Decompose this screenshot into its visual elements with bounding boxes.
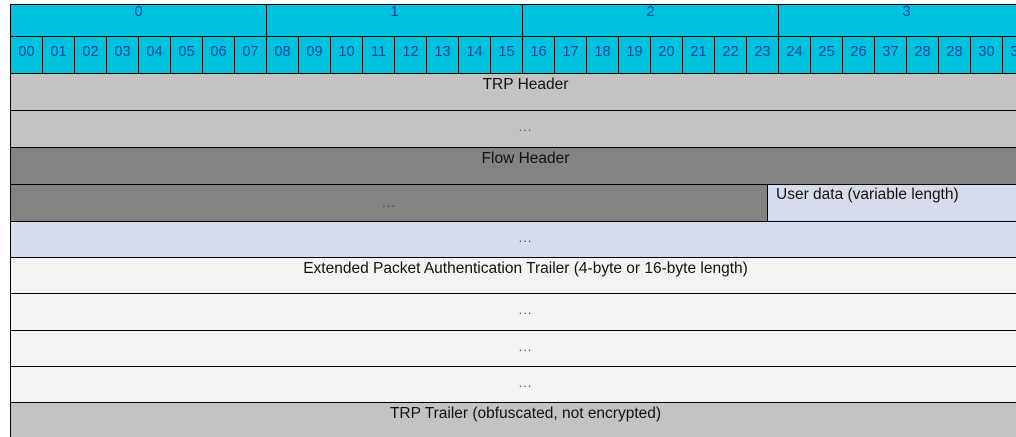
- bit-index-cell: 08: [267, 37, 299, 74]
- bit-index-cell: 11: [363, 37, 395, 74]
- bit-index-cell: 22: [715, 37, 747, 74]
- byte-index-1: 1: [267, 4, 523, 37]
- bit-index-cell: 06: [203, 37, 235, 74]
- byte-index-2: 2: [523, 4, 779, 37]
- packet-format-diagram: 0 1 2 3 00 01 02 03 04 05 06 07 08 09 10 11 12 13 14 15…: [10, 4, 1016, 437]
- bit-index-cell: 14: [459, 37, 491, 74]
- user-data-cell: User data (variable length): [768, 185, 1016, 221]
- bit-index-cell: 07: [235, 37, 267, 74]
- bit-index-cell: 26: [843, 37, 875, 74]
- auth-trailer-continuation-row-2: ...: [10, 331, 1016, 367]
- flow-header-continuation-cell: ...: [11, 185, 768, 221]
- bit-index-cell: 10: [331, 37, 363, 74]
- auth-trailer-continuation-row-3: ...: [10, 367, 1016, 403]
- trp-header-continuation-row: ...: [10, 111, 1016, 148]
- flow-header-row: Flow Header: [10, 148, 1016, 185]
- bit-index-cell: 03: [107, 37, 139, 74]
- trp-header-row: TRP Header: [10, 74, 1016, 111]
- bit-index-cell: 15: [491, 37, 523, 74]
- bit-index-cell: 13: [427, 37, 459, 74]
- flow-header-user-data-row: ... User data (variable length): [10, 185, 1016, 222]
- bit-index-cell: 16: [523, 37, 555, 74]
- bit-index-cell: 17: [555, 37, 587, 74]
- bit-index-cell: 04: [139, 37, 171, 74]
- bit-index-cell: 31: [1003, 37, 1016, 74]
- bit-index-cell: 21: [683, 37, 715, 74]
- bit-index-cell: 19: [619, 37, 651, 74]
- byte-index-3: 3: [779, 4, 1016, 37]
- bit-index-cell: 23: [747, 37, 779, 74]
- byte-index-row: 0 1 2 3: [10, 4, 1016, 37]
- bit-index-cell: 05: [171, 37, 203, 74]
- trp-trailer-row: TRP Trailer (obfuscated, not encrypted): [10, 403, 1016, 437]
- bit-index-cell: 18: [587, 37, 619, 74]
- auth-trailer-continuation-row-1: ...: [10, 294, 1016, 331]
- byte-index-0: 0: [11, 4, 267, 37]
- bit-index-cell: 30: [971, 37, 1003, 74]
- bit-index-cell: 12: [395, 37, 427, 74]
- bit-index-cell: 09: [299, 37, 331, 74]
- bit-index-cell: 25: [811, 37, 843, 74]
- bit-index-cell: 01: [43, 37, 75, 74]
- bit-index-cell: 02: [75, 37, 107, 74]
- bit-index-cell: 37: [875, 37, 907, 74]
- bit-index-cell: 28: [939, 37, 971, 74]
- bit-index-cell: 28: [907, 37, 939, 74]
- bit-index-cell: 00: [11, 37, 43, 74]
- bit-index-cell: 20: [651, 37, 683, 74]
- auth-trailer-row: Extended Packet Authentication Trailer (…: [10, 258, 1016, 294]
- bit-index-row: 00 01 02 03 04 05 06 07 08 09 10 11 12 13 14 15 16 17 18 19…: [10, 37, 1016, 74]
- user-data-continuation-row: ...: [10, 222, 1016, 258]
- bit-index-cell: 24: [779, 37, 811, 74]
